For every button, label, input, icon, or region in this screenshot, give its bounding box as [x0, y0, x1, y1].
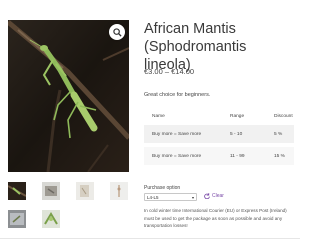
thumbnail-image — [76, 182, 94, 200]
thumbnail-image — [8, 210, 26, 228]
row-discount: 5 % — [274, 131, 283, 137]
clear-label: Clear — [212, 193, 224, 199]
divider — [0, 238, 300, 239]
thumbnail-image — [8, 182, 26, 200]
zoom-button[interactable] — [109, 24, 125, 40]
quantity-discount-table: Name Range Discount Buy more = Save more… — [144, 107, 294, 165]
purchase-option-label: Purchase option — [144, 185, 181, 191]
table-row: Buy more = Save more 11 - 99 15 % — [144, 147, 294, 165]
thumbnail-4[interactable] — [110, 182, 128, 200]
row-range: 11 - 99 — [230, 153, 245, 159]
header-discount: Discount — [274, 113, 293, 119]
product-price: €3.00 – €14.00 — [144, 67, 195, 76]
purchase-option-select[interactable]: L4-L5 ▾ — [144, 193, 197, 201]
row-name: Buy more = Save more — [152, 131, 202, 137]
refresh-icon — [204, 193, 210, 199]
header-name: Name — [152, 113, 165, 119]
purchase-option-value: L4-L5 — [147, 195, 159, 200]
product-title: African Mantis (Sphodromantis lineola) — [144, 21, 247, 73]
thumbnail-image — [42, 182, 60, 200]
thumbnail-1[interactable] — [8, 182, 26, 200]
row-discount: 15 % — [274, 153, 285, 159]
header-range: Range — [230, 113, 245, 119]
thumbnail-6[interactable] — [42, 210, 60, 228]
thumbnail-2[interactable] — [42, 182, 60, 200]
magnifier-icon — [112, 27, 122, 37]
thumbnail-3[interactable] — [76, 182, 94, 200]
clear-link[interactable]: Clear — [204, 193, 224, 199]
row-range: 5 - 10 — [230, 131, 243, 137]
mantis-photo — [8, 20, 129, 172]
table-header-row: Name Range Discount — [144, 107, 294, 125]
chevron-down-icon: ▾ — [191, 195, 194, 200]
thumbnail-5[interactable] — [8, 210, 26, 228]
thumbnail-image — [42, 210, 60, 228]
thumbnail-image — [110, 182, 128, 200]
product-description: Great choice for beginners. — [144, 92, 211, 98]
row-name: Buy more = Save more — [152, 153, 202, 159]
thumbnail-gallery — [8, 182, 129, 228]
product-main-image[interactable] — [8, 20, 129, 172]
table-row: Buy more = Save more 5 - 10 5 % — [144, 125, 294, 143]
shipping-notice: In cold winter time International Courie… — [144, 208, 287, 228]
